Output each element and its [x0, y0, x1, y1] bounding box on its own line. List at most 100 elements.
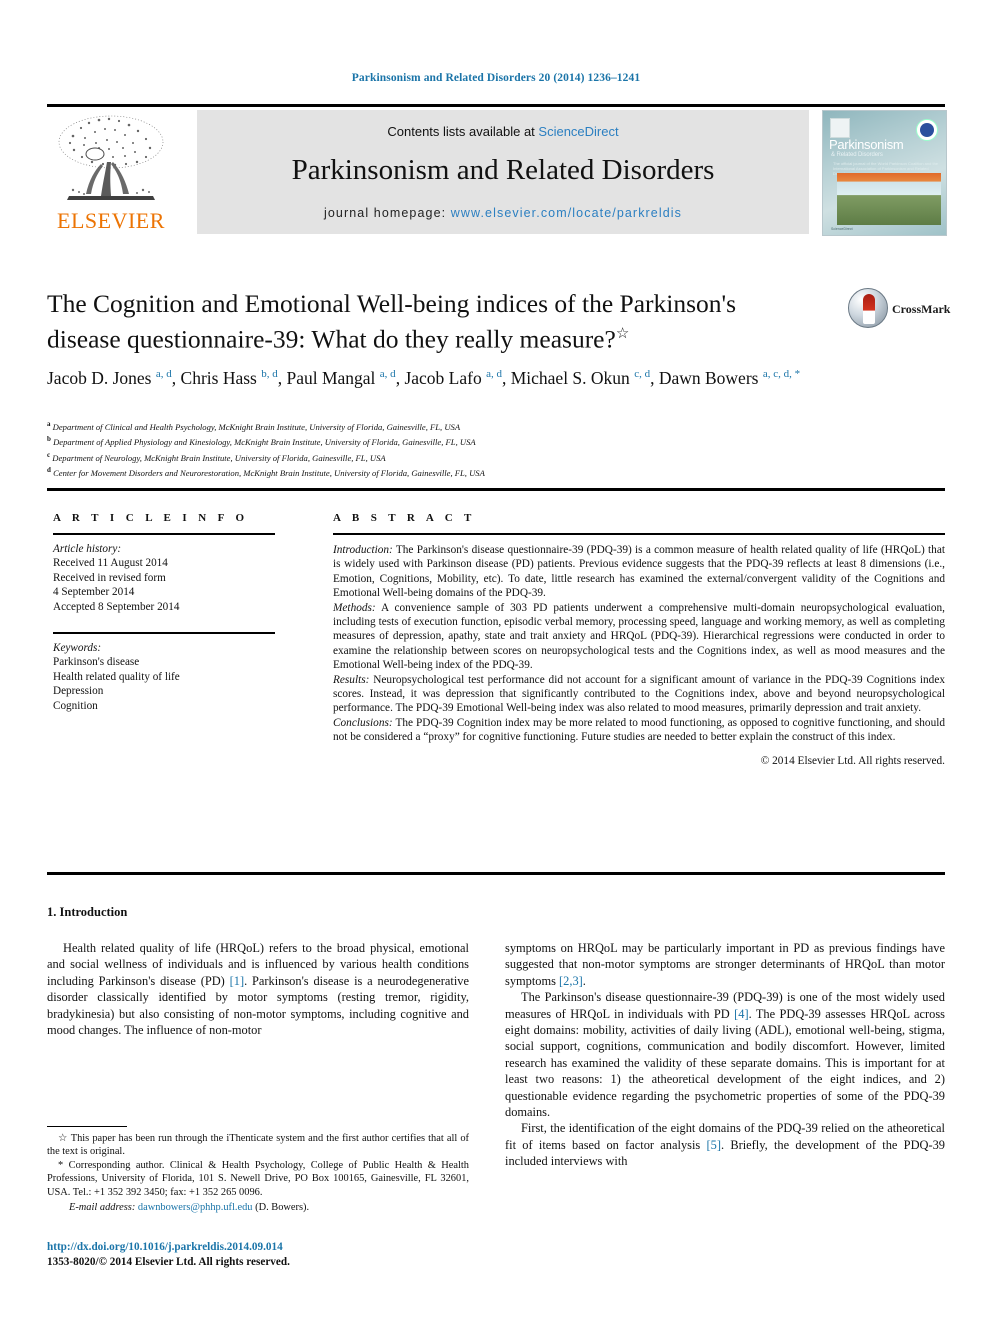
affiliation-list: a Department of Clinical and Health Psyc…	[47, 418, 847, 480]
footnote-star: ☆ This paper has been run through the iT…	[47, 1133, 469, 1158]
author-name: Jacob D. Jones	[47, 367, 152, 388]
affiliation-item: d Center for Movement Disorders and Neur…	[47, 464, 847, 479]
keywords-label: Keywords:	[53, 642, 102, 655]
keyword-item: Depression	[53, 685, 104, 698]
abstract-section-text: The Parkinson's disease questionnaire-39…	[333, 544, 945, 600]
affiliation-text: Department of Neurology, McKnight Brain …	[52, 452, 386, 463]
homepage-label: journal homepage:	[323, 206, 451, 220]
footnote-rule	[47, 1126, 127, 1127]
email-label: E-mail address:	[69, 1202, 136, 1214]
title-footnote-marker: ☆	[615, 326, 630, 342]
doi-link[interactable]: http://dx.doi.org/10.1016/j.parkreldis.2…	[47, 1240, 477, 1255]
abstract-top-rule	[47, 488, 945, 491]
footer-doi-block: http://dx.doi.org/10.1016/j.parkreldis.2…	[47, 1240, 477, 1270]
cover-footer: ScienceDirect	[831, 227, 853, 231]
cover-photo	[837, 173, 941, 225]
body-column-left: Health related quality of life (HRQoL) r…	[47, 940, 469, 1038]
elsevier-logo: ELSEVIER	[47, 110, 175, 234]
elsevier-wordmark: ELSEVIER	[57, 208, 165, 233]
citation-ref[interactable]: [4]	[734, 1007, 748, 1021]
article-title-text: The Cognition and Emotional Well-being i…	[47, 289, 737, 354]
abstract-section-label: Results:	[333, 673, 370, 686]
keyword-item: Cognition	[53, 699, 98, 712]
journal-banner: Contents lists available at ScienceDirec…	[197, 110, 809, 234]
affiliation-text: Center for Movement Disorders and Neuror…	[53, 468, 485, 479]
article-history-line: Received 11 August 2014	[53, 557, 168, 570]
journal-homepage-line: journal homepage: www.elsevier.com/locat…	[197, 206, 809, 220]
author-list: Jacob D. Jones a, d, Chris Hass b, d, Pa…	[47, 367, 801, 388]
email-link[interactable]: dawnbowers@phhp.ufl.edu	[138, 1202, 253, 1213]
crossmark-badge[interactable]: CrossMark	[848, 288, 951, 334]
abstract-section-text: Neuropsychological test performance did …	[333, 673, 945, 715]
abstract-heading: A B S T R A C T	[333, 512, 476, 524]
abstract-section-text: A convenience sample of 303 PD patients …	[333, 601, 945, 672]
author-name: Chris Hass	[180, 367, 257, 388]
journal-title: Parkinsonism and Related Disorders	[291, 154, 715, 186]
author-affil-marker: c, d	[634, 368, 651, 380]
abstract-section: Methods: A convenience sample of 303 PD …	[333, 601, 945, 673]
article-info-heading: A R T I C L E I N F O	[53, 512, 249, 524]
author-name: Paul Mangal	[286, 367, 376, 388]
author-name: Dawn Bowers	[658, 367, 759, 388]
journal-article-page: Parkinsonism and Related Disorders 20 (2…	[0, 0, 992, 1323]
elsevier-tree-icon	[58, 115, 164, 200]
affiliation-marker: b	[47, 435, 51, 444]
affiliation-text: Department of Clinical and Health Psycho…	[52, 421, 461, 432]
keyword-item: Parkinson's disease	[53, 656, 140, 669]
author-affil-marker: a, d	[379, 368, 396, 380]
author-affil-marker: a, d	[155, 368, 172, 380]
abstract-section: Conclusions: The PDQ-39 Cognition index …	[333, 716, 945, 745]
abstract-section-label: Introduction:	[333, 544, 393, 556]
keyword-item: Health related quality of life	[53, 670, 180, 683]
footnote-block: ☆ This paper has been run through the iT…	[47, 1132, 469, 1214]
author-affil-marker: a, c, d, *	[762, 368, 801, 380]
affiliation-item: b Department of Applied Physiology and K…	[47, 433, 847, 448]
running-head: Parkinsonism and Related Disorders 20 (2…	[351, 72, 641, 84]
affiliation-marker: d	[47, 466, 51, 475]
cover-elsevier-icon	[830, 118, 850, 138]
citation-ref[interactable]: [2,3]	[559, 974, 583, 988]
cover-title: Parkinsonism	[829, 137, 904, 152]
article-history-line: 4 September 2014	[53, 586, 135, 599]
abstract-bottom-rule	[47, 872, 945, 875]
article-history-line: Received in revised form	[53, 571, 166, 584]
section-heading-introduction: 1. Introduction	[47, 905, 128, 919]
abstract-section-label: Methods:	[333, 601, 376, 614]
article-history-block: Article history: Received 11 August 2014…	[53, 542, 275, 614]
cover-society-badge-icon	[916, 119, 938, 141]
email-suffix: (D. Bowers).	[255, 1202, 310, 1214]
homepage-url-link[interactable]: www.elsevier.com/locate/parkreldis	[451, 206, 682, 220]
affiliation-text: Department of Applied Physiology and Kin…	[53, 437, 476, 448]
sciencedirect-link[interactable]: ScienceDirect	[538, 124, 618, 139]
masthead: ELSEVIER Contents lists available at Sci…	[47, 110, 947, 236]
abstract-body: Introduction: The Parkinson's disease qu…	[333, 543, 945, 768]
citation-ref[interactable]: [1]	[230, 974, 244, 988]
abstract-section-text: The PDQ-39 Cognition index may be more r…	[333, 716, 945, 744]
author-affil-marker: a, d	[486, 368, 502, 380]
article-info-column: A R T I C L E I N F O Article history: R…	[53, 512, 275, 713]
cover-subtitle: & Related Disorders	[831, 152, 883, 158]
issn-copyright-line: 1353-8020/© 2014 Elsevier Ltd. All right…	[47, 1256, 290, 1268]
affiliation-marker: c	[47, 450, 51, 459]
body-paragraph: Health related quality of life (HRQoL) r…	[47, 941, 469, 1038]
affiliation-item: c Department of Neurology, McKnight Brai…	[47, 449, 847, 464]
contents-line: Contents lists available at ScienceDirec…	[197, 124, 809, 139]
abstract-copyright: © 2014 Elsevier Ltd. All rights reserved…	[760, 754, 945, 767]
body-paragraph: First, the identification of the eight d…	[505, 1121, 945, 1169]
abstract-section: Results: Neuropsychological test perform…	[333, 673, 945, 716]
author-affil-marker: b, d	[261, 368, 278, 380]
affiliation-item: a Department of Clinical and Health Psyc…	[47, 418, 847, 433]
crossmark-label: CrossMark	[892, 302, 951, 316]
crossmark-icon	[848, 288, 888, 328]
article-info-rule	[53, 533, 275, 535]
abstract-column: A B S T R A C T Introduction: The Parkin…	[333, 512, 945, 768]
keywords-block: Keywords: Parkinson's disease Health rel…	[53, 641, 275, 713]
article-history-label: Article history:	[53, 543, 122, 555]
abstract-section-label: Conclusions:	[333, 716, 393, 729]
affiliation-marker: a	[47, 420, 51, 428]
keywords-rule	[53, 632, 275, 635]
author-name: Michael S. Okun	[510, 367, 630, 388]
footnote-corresponding: * Corresponding author. Clinical & Healt…	[47, 1159, 469, 1198]
page-title: The Cognition and Emotional Well-being i…	[47, 288, 807, 355]
citation-ref[interactable]: [5]	[707, 1138, 721, 1152]
